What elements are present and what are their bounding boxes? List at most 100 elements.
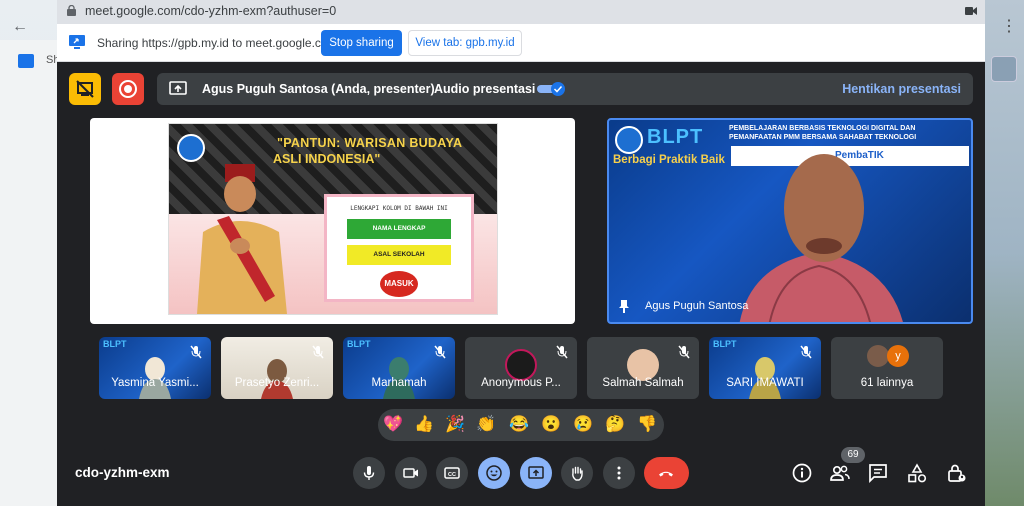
- reaction-party[interactable]: 🎉: [444, 414, 466, 436]
- host-controls-button[interactable]: [945, 462, 967, 484]
- chat-button[interactable]: [867, 462, 889, 484]
- browser-menu-icon[interactable]: ⋮: [1001, 16, 1017, 36]
- presenter-name: Agus Puguh Santosa: [645, 300, 749, 312]
- mic-off-icon: [434, 345, 446, 359]
- audio-presentation-label: Audio presentasi: [434, 82, 536, 96]
- participant-name: SARI IMAWATI: [726, 377, 804, 389]
- reaction-clap[interactable]: 👏: [475, 414, 497, 436]
- meeting-code: cdo-yzhm-exm: [75, 465, 170, 480]
- hang-up-icon: [659, 471, 673, 477]
- extension-icon[interactable]: [991, 56, 1017, 82]
- blpt-logo: BLPT: [347, 339, 371, 349]
- camera-button[interactable]: [395, 457, 427, 489]
- record-button[interactable]: [112, 73, 144, 105]
- participant-avatar: [867, 345, 889, 367]
- background-browser-right: ⋮: [985, 0, 1024, 506]
- more-options-button[interactable]: [603, 457, 635, 489]
- mic-off-icon: [190, 345, 202, 359]
- video-camera-icon: [403, 468, 418, 478]
- participant-name: Yasmina Yasmi...: [111, 377, 199, 389]
- participant-tile[interactable]: BLPT Yasmina Yasmi...: [99, 337, 211, 399]
- participant-tile[interactable]: Prasetyo Zenri...: [221, 337, 333, 399]
- activities-button[interactable]: [906, 462, 928, 484]
- hand-icon: [572, 466, 583, 481]
- blpt-logo: BLPT: [103, 339, 127, 349]
- reaction-laugh[interactable]: 😂: [508, 414, 530, 436]
- audio-toggle[interactable]: [537, 82, 567, 96]
- reaction-thumbs-down[interactable]: 👎: [636, 414, 658, 436]
- reaction-heart[interactable]: 💖: [382, 414, 404, 436]
- blpt-logo: BLPT: [647, 126, 704, 148]
- chat-icon: [869, 464, 887, 484]
- presenter-video-tile[interactable]: BLPT Berbagi Praktik Baik PEMBELAJARAN B…: [607, 118, 973, 324]
- address-bar: meet.google.com/cdo-yzhm-exm?authuser=0: [57, 0, 985, 24]
- tut-wuri-logo-icon: [615, 126, 643, 154]
- raise-hand-button[interactable]: [561, 457, 593, 489]
- background-browser-sidebar: ← Sh: [0, 18, 60, 506]
- view-tab-button[interactable]: View tab: gpb.my.id: [408, 30, 522, 56]
- participant-name: Prasetyo Zenri...: [234, 377, 320, 389]
- closed-captions-icon: CC: [444, 467, 460, 479]
- slide-content: "PANTUN: WARISAN BUDAYA ASLI INDONESIA" …: [168, 123, 498, 315]
- participant-count-badge: 69: [841, 447, 865, 463]
- participant-tile[interactable]: Salmah Salmah: [587, 337, 699, 399]
- lock-person-icon: [948, 464, 966, 482]
- participant-tile[interactable]: BLPT Marhamah: [343, 337, 455, 399]
- url-text[interactable]: meet.google.com/cdo-yzhm-exm?authuser=0: [85, 4, 336, 18]
- stop-presenting-button[interactable]: Hentikan presentasi: [842, 82, 961, 96]
- more-vert-icon: [617, 466, 621, 480]
- mic-icon: [363, 466, 375, 480]
- present-screen-icon: [528, 466, 544, 479]
- people-icon: [830, 465, 850, 481]
- no-pin-icon: [76, 80, 94, 98]
- pin-icon: [619, 300, 629, 313]
- present-now-button[interactable]: [520, 457, 552, 489]
- sharing-message: Sharing https://gpb.my.id to meet.google…: [97, 36, 338, 50]
- meeting-details-button[interactable]: [791, 462, 813, 484]
- emoji-reactions-button[interactable]: [478, 457, 510, 489]
- captions-button[interactable]: CC: [436, 457, 468, 489]
- reaction-thinking[interactable]: 🤔: [604, 414, 626, 436]
- reaction-thumbs-up[interactable]: 👍: [413, 414, 435, 436]
- mic-off-icon: [678, 345, 690, 359]
- reaction-sad[interactable]: 😢: [572, 414, 594, 436]
- participant-name: Marhamah: [371, 377, 427, 389]
- more-participants-label: 61 lainnya: [860, 377, 914, 389]
- pin-toggle-button[interactable]: [69, 73, 101, 105]
- presentation-tile[interactable]: "PANTUN: WARISAN BUDAYA ASLI INDONESIA" …: [90, 118, 575, 324]
- participant-name: Salmah Salmah: [602, 377, 684, 389]
- mic-off-icon: [312, 345, 324, 359]
- lock-icon: [67, 5, 76, 16]
- slide-title-line1: "PANTUN: WARISAN BUDAYA: [277, 136, 463, 150]
- meet-window: meet.google.com/cdo-yzhm-exm?authuser=0 …: [57, 0, 985, 506]
- people-button[interactable]: [829, 462, 851, 484]
- shapes-icon: [908, 463, 927, 483]
- mic-off-icon: [556, 345, 568, 359]
- participant-tile[interactable]: BLPT SARI IMAWATI: [709, 337, 821, 399]
- camera-indicator-icon: [965, 7, 977, 15]
- tab-favicon-icon: [18, 54, 34, 68]
- presenter-label: Agus Puguh Santosa (Anda, presenter): [202, 82, 435, 96]
- tab-sharing-bar: Sharing https://gpb.my.id to meet.google…: [57, 24, 985, 62]
- microphone-button[interactable]: [353, 457, 385, 489]
- participant-tile[interactable]: Anonymous P...: [465, 337, 577, 399]
- participant-name: Anonymous P...: [481, 377, 561, 389]
- school-field: ASAL SEKOLAH: [347, 245, 451, 265]
- form-hint: LENGKAPI KOLOM DI BAWAH INI: [350, 205, 448, 212]
- smiley-icon: [486, 465, 502, 481]
- leave-call-button[interactable]: [644, 457, 689, 489]
- mic-off-icon: [800, 345, 812, 359]
- back-arrow-icon[interactable]: ←: [12, 18, 28, 36]
- more-participants-tile[interactable]: y 61 lainnya: [831, 337, 943, 399]
- info-icon: [792, 463, 812, 483]
- reaction-surprised[interactable]: 😮: [540, 414, 562, 436]
- presentation-bar: Agus Puguh Santosa (Anda, presenter) Aud…: [157, 73, 973, 105]
- present-screen-icon: [169, 81, 187, 95]
- presenter-video: [739, 154, 903, 322]
- login-form: LENGKAPI KOLOM DI BAWAH INI NAMA LENGKAP…: [324, 194, 474, 302]
- record-icon: [119, 80, 137, 98]
- participant-avatar: y: [887, 345, 909, 367]
- reactions-bar: 💖 👍 🎉 👏 😂 😮 😢 🤔 👎: [378, 409, 664, 441]
- stop-sharing-button[interactable]: Stop sharing: [321, 30, 402, 56]
- svg-text:CC: CC: [448, 472, 456, 478]
